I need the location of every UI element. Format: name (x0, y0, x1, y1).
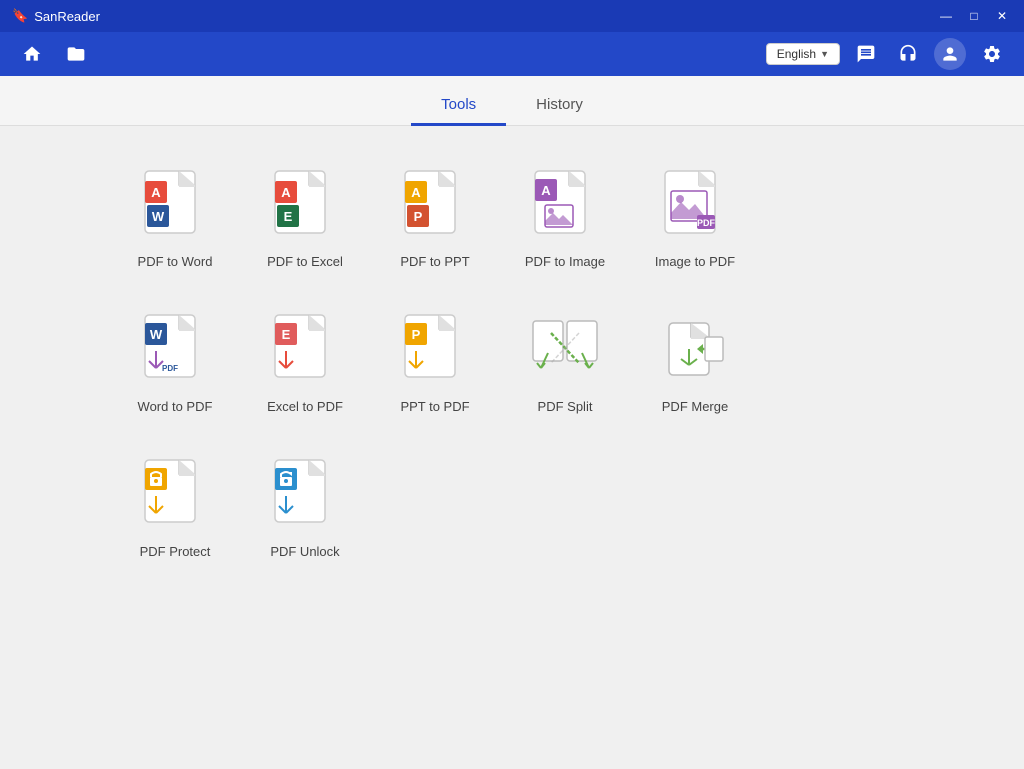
toolbar: English ▼ (0, 32, 1024, 76)
maximize-button[interactable]: □ (964, 6, 984, 26)
tool-icon-excel-to-pdf: E (265, 311, 345, 391)
toolbar-right: English ▼ (766, 38, 1008, 70)
tool-icon-pdf-to-word: A W (135, 166, 215, 246)
tool-pdf-to-image[interactable]: A PDF to Image (510, 166, 620, 271)
svg-text:A: A (281, 185, 291, 200)
tool-icon-pdf-to-excel: A E (265, 166, 345, 246)
svg-text:A: A (541, 183, 551, 198)
language-arrow: ▼ (820, 49, 829, 59)
tool-pdf-to-ppt[interactable]: A P PDF to PPT (380, 166, 490, 271)
svg-text:E: E (284, 209, 293, 224)
tab-history[interactable]: History (506, 86, 613, 126)
home-button[interactable] (16, 38, 48, 70)
svg-text:W: W (152, 209, 165, 224)
tool-pdf-to-word[interactable]: A W PDF to Word (120, 166, 230, 271)
chat-button[interactable] (850, 38, 882, 70)
window-controls: — □ ✕ (936, 6, 1012, 26)
settings-button[interactable] (976, 38, 1008, 70)
tool-pdf-to-excel[interactable]: A E PDF to Excel (250, 166, 360, 271)
tool-label-pdf-to-image: PDF to Image (525, 254, 605, 271)
close-button[interactable]: ✕ (992, 6, 1012, 26)
main-content: A W PDF to Word A E (0, 126, 1024, 769)
svg-text:E: E (282, 327, 291, 342)
tool-label-word-to-pdf: Word to PDF (138, 399, 213, 416)
tool-icon-word-to-pdf: W PDF (135, 311, 215, 391)
titlebar-app-icon: 🔖 (12, 8, 28, 24)
tool-image-to-pdf[interactable]: PDF Image to PDF (640, 166, 750, 271)
tool-label-image-to-pdf: Image to PDF (655, 254, 735, 271)
tool-icon-pdf-split (525, 311, 605, 391)
tool-label-pdf-unlock: PDF Unlock (270, 544, 339, 561)
tool-word-to-pdf[interactable]: W PDF Word to PDF (120, 311, 230, 416)
svg-text:P: P (412, 327, 421, 342)
tool-pdf-unlock[interactable]: PDF Unlock (250, 456, 360, 561)
tool-label-pdf-to-excel: PDF to Excel (267, 254, 343, 271)
svg-text:A: A (151, 185, 161, 200)
svg-text:P: P (414, 209, 423, 224)
headphone-button[interactable] (892, 38, 924, 70)
tool-pdf-split[interactable]: PDF Split (510, 311, 620, 416)
svg-text:PDF: PDF (162, 364, 178, 373)
tool-pdf-merge[interactable]: PDF Merge (640, 311, 750, 416)
tool-label-pdf-to-ppt: PDF to PPT (400, 254, 469, 271)
titlebar: 🔖 SanReader — □ ✕ (0, 0, 1024, 32)
tool-ppt-to-pdf[interactable]: P PPT to PDF (380, 311, 490, 416)
tool-icon-image-to-pdf: PDF (655, 166, 735, 246)
user-avatar[interactable] (934, 38, 966, 70)
svg-text:PDF: PDF (697, 218, 716, 228)
tool-icon-pdf-to-image: A (525, 166, 605, 246)
tab-tools[interactable]: Tools (411, 86, 506, 126)
svg-text:A: A (411, 185, 421, 200)
minimize-button[interactable]: — (936, 6, 956, 26)
tool-pdf-protect[interactable]: PDF Protect (120, 456, 230, 561)
tools-row-3: PDF Protect (120, 456, 964, 571)
svg-text:W: W (150, 327, 163, 342)
tool-icon-pdf-unlock (265, 456, 345, 536)
tool-label-pdf-split: PDF Split (538, 399, 593, 416)
tab-bar: Tools History (0, 76, 1024, 126)
tool-label-ppt-to-pdf: PPT to PDF (400, 399, 469, 416)
tool-icon-pdf-protect (135, 456, 215, 536)
tool-label-pdf-to-word: PDF to Word (138, 254, 213, 271)
tool-icon-pdf-to-ppt: A P (395, 166, 475, 246)
language-selector[interactable]: English ▼ (766, 43, 840, 65)
language-label: English (777, 47, 816, 61)
folder-button[interactable] (60, 38, 92, 70)
tool-label-excel-to-pdf: Excel to PDF (267, 399, 343, 416)
tools-row-1: A W PDF to Word A E (120, 166, 964, 281)
tool-label-pdf-merge: PDF Merge (662, 399, 728, 416)
tool-icon-ppt-to-pdf: P (395, 311, 475, 391)
titlebar-title: SanReader (34, 9, 100, 24)
tool-icon-pdf-merge (655, 311, 735, 391)
tool-excel-to-pdf[interactable]: E Excel to PDF (250, 311, 360, 416)
tool-label-pdf-protect: PDF Protect (140, 544, 211, 561)
tools-row-2: W PDF Word to PDF (120, 311, 964, 426)
